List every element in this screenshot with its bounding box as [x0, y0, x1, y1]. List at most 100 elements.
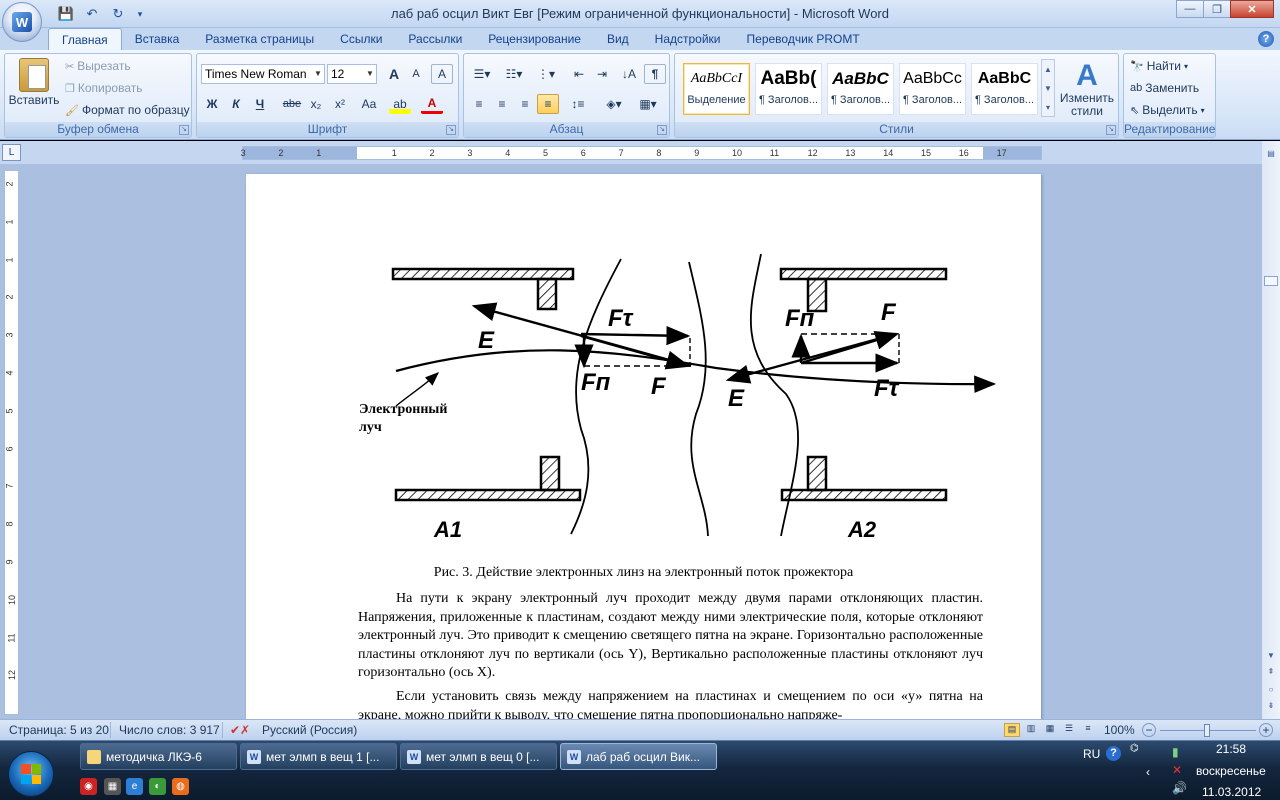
font-size-combo[interactable]: 12 ▼	[327, 64, 377, 84]
show-marks-button[interactable]: ¶	[644, 64, 666, 84]
tab-insert[interactable]: Вставка	[122, 28, 193, 50]
taskbar-item-doc0[interactable]: Wмет элмп в вещ 0 [...	[400, 743, 557, 770]
find-button[interactable]: 🔭 Найти ▾	[1130, 59, 1188, 73]
show-hidden-icons[interactable]: ‹	[1146, 765, 1150, 779]
full-screen-icon[interactable]: ▥	[1023, 723, 1039, 737]
word-count[interactable]: Число слов: 3 917	[119, 723, 220, 737]
close-button[interactable]: ✕	[1230, 0, 1274, 18]
customize-qat-icon[interactable]: ▾	[134, 5, 146, 23]
justify-button[interactable]: ≡	[537, 94, 559, 114]
highlight-button[interactable]: ab	[389, 94, 411, 114]
clear-format-button[interactable]: A	[431, 64, 453, 84]
align-center-button[interactable]: ≡	[491, 94, 513, 114]
volume-icon[interactable]: 🔊	[1172, 781, 1187, 795]
scrollbar-thumb[interactable]	[1264, 276, 1278, 286]
tab-references[interactable]: Ссылки	[327, 28, 395, 50]
tab-review[interactable]: Рецензирование	[475, 28, 594, 50]
body-paragraph-1[interactable]: На пути к экрану электронный луч проходи…	[358, 590, 983, 683]
tab-addins[interactable]: Надстройки	[642, 28, 734, 50]
format-painter-button[interactable]: 🖌 Формат по образцу	[65, 103, 190, 117]
grow-font-button[interactable]: A	[383, 64, 405, 84]
tab-page-layout[interactable]: Разметка страницы	[192, 28, 327, 50]
help-icon[interactable]: ?	[1258, 31, 1274, 47]
maximize-button[interactable]: ❐	[1203, 0, 1231, 18]
align-left-button[interactable]: ≡	[468, 94, 490, 114]
strikethrough-button[interactable]: abe	[281, 94, 303, 114]
style-heading-1[interactable]: AaBb(¶ Заголов...	[755, 63, 822, 115]
save-icon[interactable]: 💾	[56, 5, 76, 23]
zoom-slider-thumb[interactable]	[1204, 724, 1210, 737]
copy-button[interactable]: ❐ Копировать	[65, 81, 143, 95]
multilevel-list-button[interactable]: ⋮▾	[532, 64, 560, 84]
media-icon[interactable]: ◐	[149, 778, 166, 795]
bold-button[interactable]: Ж	[201, 94, 223, 114]
tab-home[interactable]: Главная	[48, 28, 122, 50]
page-count[interactable]: Страница: 5 из 20	[9, 723, 109, 737]
cut-button[interactable]: ✂ Вырезать	[65, 59, 131, 73]
horizontal-ruler[interactable]: 3 2 1 1 2 3 4 5 6 7 8 9 10 11 12 13 14 15 16 17	[241, 146, 1042, 160]
document-page[interactable]: E Fτ Fп F Fп F E Fτ A1 A2 Электронный лу…	[246, 174, 1041, 734]
taskbar-item-active-doc[interactable]: Wлаб раб осцил Вик...	[560, 743, 717, 770]
underline-button[interactable]: Ч	[249, 94, 271, 114]
tab-promt[interactable]: Переводчик PROMT	[734, 28, 873, 50]
language-indicator[interactable]: RU	[1083, 747, 1100, 761]
dialog-launcher-icon[interactable]: ↘	[1106, 125, 1116, 135]
font-name-combo[interactable]: Times New Roman ▼	[201, 64, 325, 84]
shading-button[interactable]: ◈▾	[600, 94, 628, 114]
superscript-button[interactable]: x²	[329, 94, 351, 114]
ruler-toggle-icon[interactable]: ▤	[1264, 149, 1278, 161]
redo-icon[interactable]: ↻	[108, 5, 128, 23]
vertical-ruler[interactable]: 2 1 1 2 3 4 5 6 7 8 9 10 11 12	[4, 170, 19, 715]
align-right-button[interactable]: ≡	[514, 94, 536, 114]
borders-button[interactable]: ▦▾	[634, 94, 662, 114]
subscript-button[interactable]: x₂	[305, 94, 327, 114]
increase-indent-button[interactable]: ⇥	[591, 64, 613, 84]
styles-scroll[interactable]: ▲ ▼ ▾	[1041, 59, 1055, 117]
antivirus-icon[interactable]: ◉	[80, 778, 97, 795]
dialog-launcher-icon[interactable]: ↘	[446, 125, 456, 135]
tab-selector-button[interactable]: L	[2, 144, 21, 161]
calculator-icon[interactable]: ▦	[104, 778, 121, 795]
taskbar-item-doc1[interactable]: Wмет элмп в вещ 1 [...	[240, 743, 397, 770]
print-layout-icon[interactable]: ▤	[1004, 723, 1020, 737]
dialog-launcher-icon[interactable]: ↘	[657, 125, 667, 135]
numbering-button[interactable]: ☷▾	[500, 64, 528, 84]
internet-explorer-icon[interactable]: e	[126, 778, 143, 795]
draft-icon[interactable]: ≡	[1080, 723, 1096, 737]
undo-icon[interactable]: ↶	[82, 5, 102, 23]
zoom-level[interactable]: 100%	[1104, 723, 1135, 737]
change-case-button[interactable]: Aa	[355, 94, 383, 114]
line-spacing-button[interactable]: ↕≡	[564, 94, 592, 114]
network-icon[interactable]: ▮	[1172, 745, 1179, 759]
clock-date[interactable]: 11.03.2012	[1202, 785, 1261, 799]
proofing-icon[interactable]: ✔✗	[230, 723, 250, 737]
style-heading-3[interactable]: AaBbCc ¶ Заголов...	[899, 63, 966, 115]
tab-view[interactable]: Вид	[594, 28, 642, 50]
web-layout-icon[interactable]: ▦	[1042, 723, 1058, 737]
zoom-in-button[interactable]: +	[1259, 723, 1273, 737]
bullets-button[interactable]: ☰▾	[468, 64, 496, 84]
font-color-button[interactable]: A	[421, 94, 443, 114]
style-heading-4[interactable]: AaBbC ¶ Заголов...	[971, 63, 1038, 115]
outline-icon[interactable]: ☰	[1061, 723, 1077, 737]
decrease-indent-button[interactable]: ⇤	[568, 64, 590, 84]
tab-mailings[interactable]: Рассылки	[395, 28, 475, 50]
italic-button[interactable]: К	[225, 94, 247, 114]
shrink-font-button[interactable]: A	[405, 64, 427, 84]
office-button[interactable]: W	[2, 2, 42, 42]
sort-button[interactable]: ↓A	[618, 64, 640, 84]
network-error-icon[interactable]: ✕	[1172, 763, 1182, 777]
help-icon[interactable]: ?	[1106, 746, 1121, 761]
previous-page-icon[interactable]: ⇞	[1264, 667, 1278, 679]
replace-button[interactable]: ab Заменить	[1130, 81, 1199, 95]
next-page-icon[interactable]: ⇟	[1264, 701, 1278, 713]
clock-time[interactable]: 21:58	[1216, 742, 1246, 756]
select-button[interactable]: ⇖ Выделить ▾	[1130, 103, 1205, 117]
minimize-button[interactable]: —	[1176, 0, 1204, 18]
paste-button[interactable]: Вставить	[9, 58, 59, 107]
browse-object-icon[interactable]: ○	[1264, 685, 1278, 697]
style-emphasis[interactable]: AaBbCcI Выделение	[683, 63, 750, 115]
style-heading-2[interactable]: AaBbC ¶ Заголов...	[827, 63, 894, 115]
vertical-scrollbar[interactable]: ▤ ▼ ⇞ ○ ⇟	[1262, 141, 1280, 719]
tray-settings-icon[interactable]: ⌬	[1130, 743, 1139, 754]
